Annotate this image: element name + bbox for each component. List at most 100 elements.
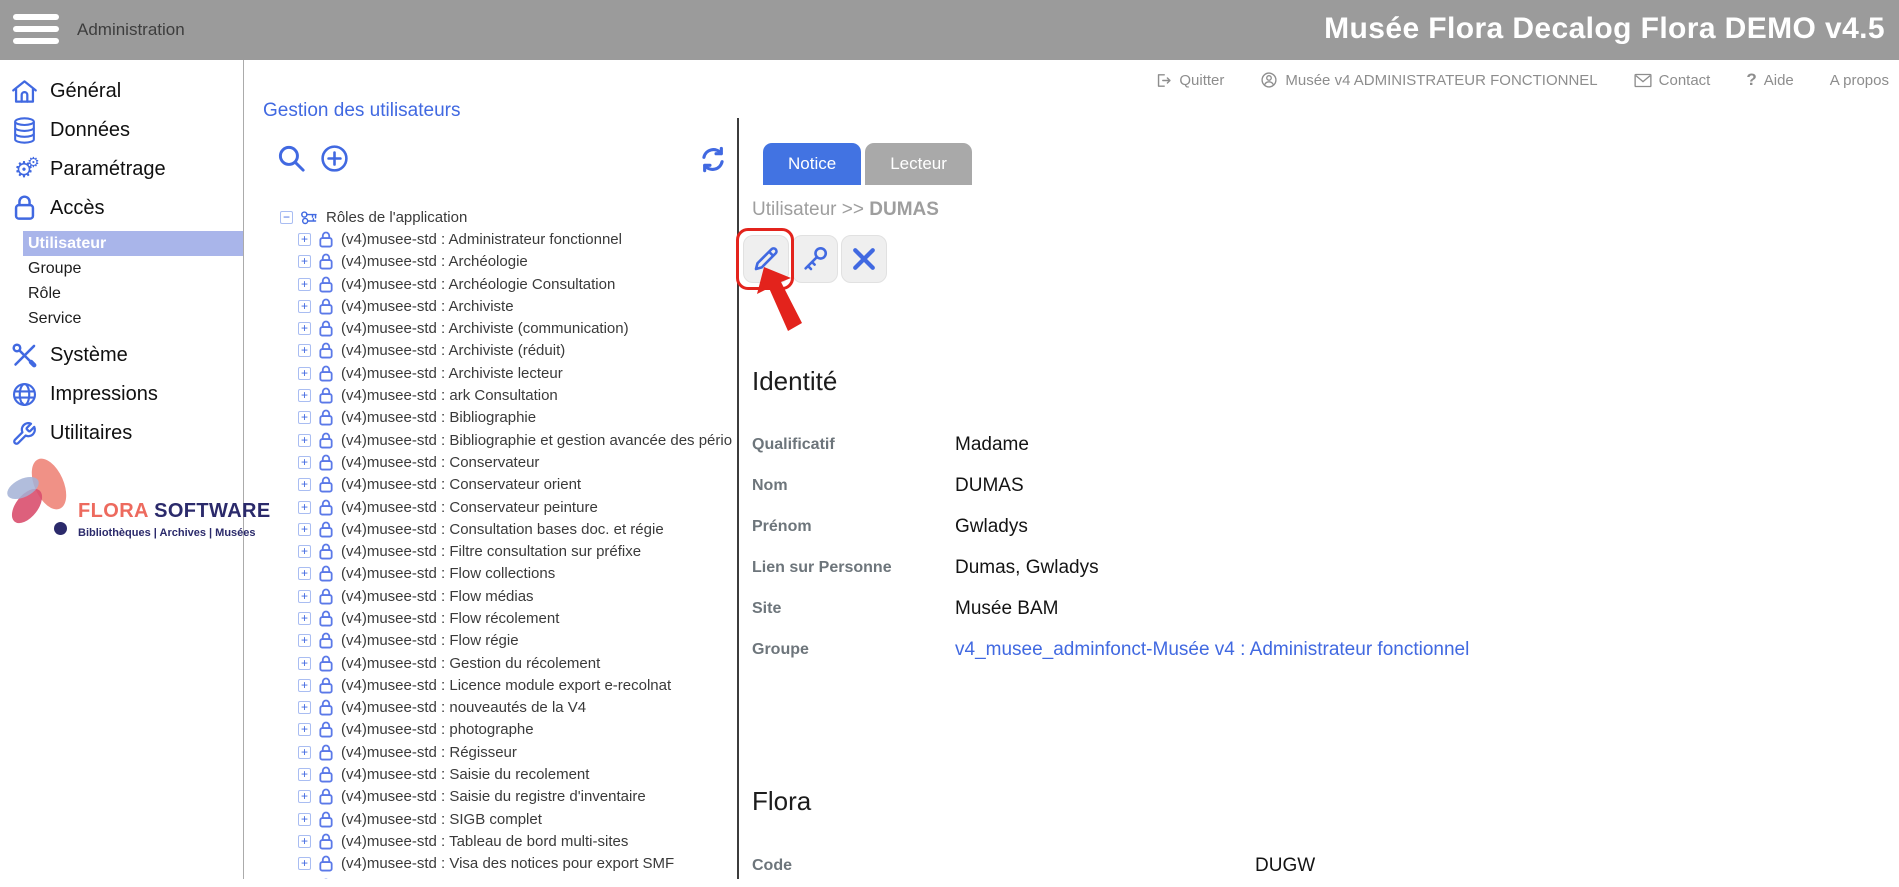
- tree-row[interactable]: + (v4)musee-std : Flow médias: [244, 585, 736, 607]
- field-row: Site Musée BAM: [752, 589, 1752, 630]
- field-value: Musée BAM: [955, 598, 1058, 620]
- contact-button[interactable]: Contact: [1634, 72, 1711, 89]
- tab-notice[interactable]: Notice: [763, 143, 861, 185]
- tree-row-label: (v4)musee-std : Saisie du recolement: [341, 766, 589, 783]
- tree-row[interactable]: + (v4)musee-std : SIGB complet: [244, 808, 736, 830]
- tree-row[interactable]: + (v4)musee-std : visionneuse HIGH: [244, 875, 736, 879]
- tree-row[interactable]: + (v4)musee-std : photographe: [244, 719, 736, 741]
- tree-row[interactable]: + (v4)musee-std : Bibliographie et gesti…: [244, 429, 736, 451]
- edit-button[interactable]: [743, 235, 789, 283]
- hamburger-menu-icon[interactable]: [13, 14, 59, 44]
- expand-icon[interactable]: +: [298, 590, 311, 603]
- tree-row[interactable]: + (v4)musee-std : Bibliographie: [244, 407, 736, 429]
- tree-row[interactable]: + (v4)musee-std : Licence module export …: [244, 674, 736, 696]
- password-button[interactable]: [792, 235, 838, 283]
- expand-icon[interactable]: +: [298, 501, 311, 514]
- apropos-button[interactable]: A propos: [1830, 72, 1889, 89]
- expand-icon[interactable]: +: [298, 545, 311, 558]
- expand-icon[interactable]: +: [298, 300, 311, 313]
- expand-icon[interactable]: +: [298, 634, 311, 647]
- expand-icon[interactable]: +: [298, 322, 311, 335]
- tree-row[interactable]: + (v4)musee-std : Régisseur: [244, 741, 736, 763]
- tree-row[interactable]: + (v4)musee-std : Archéologie: [244, 251, 736, 273]
- tree-row[interactable]: + (v4)musee-std : Archiviste (réduit): [244, 340, 736, 362]
- tree-row[interactable]: + (v4)musee-std : Saisie du registre d'i…: [244, 786, 736, 808]
- refresh-icon[interactable]: [698, 145, 728, 174]
- sidebar-item-impressions[interactable]: Impressions: [0, 375, 243, 414]
- collapse-icon[interactable]: −: [280, 211, 293, 224]
- sidebar-item-parametrage[interactable]: ⚙⚙ Paramétrage: [0, 150, 243, 189]
- expand-icon[interactable]: +: [298, 278, 311, 291]
- aide-button[interactable]: ? Aide: [1746, 70, 1793, 90]
- tree-row[interactable]: + (v4)musee-std : Saisie du recolement: [244, 763, 736, 785]
- sidebar-subitem-role[interactable]: Rôle: [23, 281, 243, 306]
- expand-icon[interactable]: +: [298, 567, 311, 580]
- expand-icon[interactable]: +: [298, 523, 311, 536]
- expand-icon[interactable]: +: [298, 233, 311, 246]
- current-user[interactable]: Musée v4 ADMINISTRATEUR FONCTIONNEL: [1260, 71, 1597, 89]
- sidebar-item-acces[interactable]: Accès: [0, 189, 243, 228]
- tree-row[interactable]: + (v4)musee-std : Conservateur: [244, 451, 736, 473]
- groupe-link[interactable]: v4_musee_adminfonct-Musée v4 : Administr…: [955, 639, 1469, 661]
- expand-icon[interactable]: +: [298, 456, 311, 469]
- logo-dot: [54, 522, 67, 535]
- sidebar-subitem-service[interactable]: Service: [23, 306, 243, 331]
- sidebar-subitem-utilisateur[interactable]: Utilisateur: [23, 231, 243, 256]
- tree-root-row[interactable]: − Rôles de l'application: [244, 206, 736, 228]
- expand-icon[interactable]: +: [298, 478, 311, 491]
- tree-row[interactable]: + (v4)musee-std : Visa des notices pour …: [244, 853, 736, 875]
- tree-row-label: (v4)musee-std : Conservateur: [341, 454, 539, 471]
- expand-icon[interactable]: +: [298, 612, 311, 625]
- tree-row[interactable]: + (v4)musee-std : nouveautés de la V4: [244, 697, 736, 719]
- tree-row[interactable]: + (v4)musee-std : Archéologie Consultati…: [244, 273, 736, 295]
- tree-row[interactable]: + (v4)musee-std : ark Consultation: [244, 384, 736, 406]
- flora-flower-icon: [2, 448, 78, 536]
- expand-icon[interactable]: +: [298, 835, 311, 848]
- sidebar-item-donnees[interactable]: Données: [0, 111, 243, 150]
- expand-icon[interactable]: +: [298, 679, 311, 692]
- tab-lecteur[interactable]: Lecteur: [865, 143, 972, 185]
- tree-row[interactable]: + (v4)musee-std : Gestion du récolement: [244, 652, 736, 674]
- expand-icon[interactable]: +: [298, 434, 311, 447]
- expand-icon[interactable]: +: [298, 723, 311, 736]
- expand-icon[interactable]: +: [298, 746, 311, 759]
- tree-row[interactable]: + (v4)musee-std : Conservateur orient: [244, 474, 736, 496]
- expand-icon[interactable]: +: [298, 790, 311, 803]
- tree-row[interactable]: + (v4)musee-std : Tableau de bord multi-…: [244, 830, 736, 852]
- tree-row-label: (v4)musee-std : Bibliographie: [341, 409, 536, 426]
- tree-row[interactable]: + (v4)musee-std : Conservateur peinture: [244, 496, 736, 518]
- expand-icon[interactable]: +: [298, 701, 311, 714]
- mail-icon: [1634, 73, 1652, 88]
- expand-icon[interactable]: +: [298, 411, 311, 424]
- sidebar-item-systeme[interactable]: Système: [0, 336, 243, 375]
- tree-row-label: (v4)musee-std : Gestion du récolement: [341, 655, 600, 672]
- expand-icon[interactable]: +: [298, 344, 311, 357]
- expand-icon[interactable]: +: [298, 657, 311, 670]
- tree-row[interactable]: + (v4)musee-std : Archiviste (communicat…: [244, 317, 736, 339]
- tree-row[interactable]: + (v4)musee-std : Archiviste: [244, 295, 736, 317]
- expand-icon[interactable]: +: [298, 255, 311, 268]
- expand-icon[interactable]: +: [298, 857, 311, 870]
- add-icon[interactable]: [319, 143, 350, 174]
- expand-icon[interactable]: +: [298, 813, 311, 826]
- tree-row[interactable]: + (v4)musee-std : Flow collections: [244, 563, 736, 585]
- tree-row[interactable]: + (v4)musee-std : Filtre consultation su…: [244, 540, 736, 562]
- tree-row[interactable]: + (v4)musee-std : Flow récolement: [244, 607, 736, 629]
- logout-icon: [1155, 72, 1172, 89]
- expand-icon[interactable]: +: [298, 389, 311, 402]
- expand-icon[interactable]: +: [298, 768, 311, 781]
- search-icon[interactable]: [276, 143, 307, 174]
- tree-row-label: (v4)musee-std : Flow collections: [341, 565, 555, 582]
- tree-row[interactable]: + (v4)musee-std : Archiviste lecteur: [244, 362, 736, 384]
- sidebar-subitem-groupe[interactable]: Groupe: [23, 256, 243, 281]
- lock-icon: [318, 231, 334, 248]
- delete-button[interactable]: [841, 235, 887, 283]
- lock-icon: [318, 855, 334, 872]
- sidebar-item-general[interactable]: Général: [0, 72, 243, 111]
- tree-row[interactable]: + (v4)musee-std : Flow régie: [244, 630, 736, 652]
- tree-row[interactable]: + (v4)musee-std : Consultation bases doc…: [244, 518, 736, 540]
- lock-icon: [318, 632, 334, 649]
- tree-row[interactable]: + (v4)musee-std : Administrateur fonctio…: [244, 228, 736, 250]
- quitter-button[interactable]: Quitter: [1155, 72, 1224, 89]
- expand-icon[interactable]: +: [298, 367, 311, 380]
